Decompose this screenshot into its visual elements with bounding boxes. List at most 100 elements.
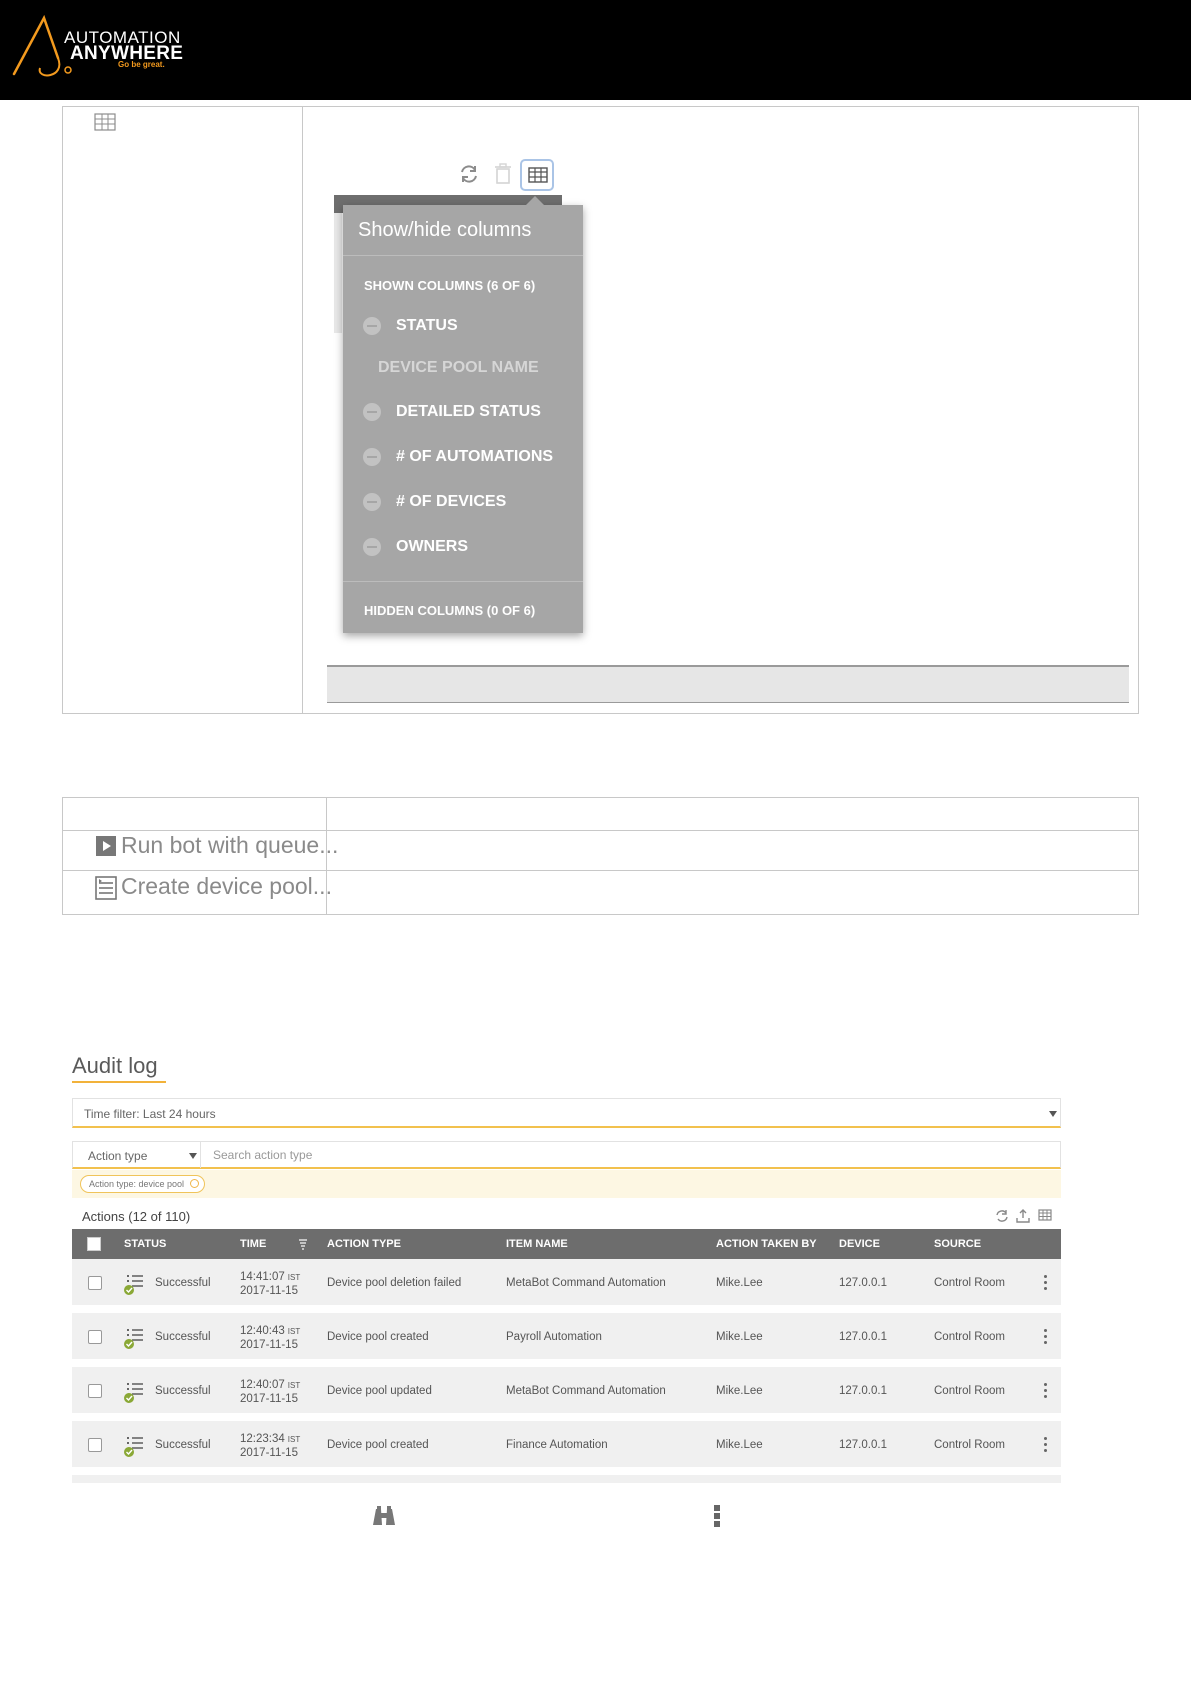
row-checkbox[interactable] xyxy=(88,1438,102,1452)
device-text: 127.0.0.1 xyxy=(839,1277,887,1289)
row-divider xyxy=(63,870,1138,871)
success-status-icon xyxy=(124,1383,143,1403)
column-toggle-devices[interactable]: # OF DEVICES xyxy=(363,491,573,515)
table-row-partial xyxy=(72,1475,1061,1483)
show-hide-columns-button[interactable] xyxy=(520,159,554,191)
time-value: 12:40:43 xyxy=(240,1325,285,1337)
column-toggle-automations[interactable]: # OF AUTOMATIONS xyxy=(363,446,573,470)
sort-icon[interactable] xyxy=(298,1238,308,1250)
binoculars-icon xyxy=(373,1506,395,1525)
time-filter-select[interactable]: Time filter: Last 24 hours xyxy=(72,1098,1061,1128)
source-text: Control Room xyxy=(934,1277,1005,1289)
success-status-icon xyxy=(124,1437,143,1457)
timezone: IST xyxy=(287,1273,301,1282)
remove-column-icon[interactable] xyxy=(363,317,381,335)
time-text: 12:40:07 IST xyxy=(240,1379,300,1391)
status-text: Successful xyxy=(155,1331,211,1343)
source-text: Control Room xyxy=(934,1439,1005,1451)
action-type-text: Device pool created xyxy=(327,1331,429,1343)
action-filter-row: Action type xyxy=(72,1141,1061,1169)
table-row[interactable]: Successful 12:40:43 IST 2017-11-15 Device… xyxy=(72,1313,1061,1363)
action-type-text: Device pool deletion failed xyxy=(327,1277,462,1289)
time-text: 12:23:34 IST xyxy=(240,1433,300,1445)
action-taken-by-text: Mike.Lee xyxy=(716,1331,763,1343)
row-actions-icon[interactable] xyxy=(1044,1275,1048,1293)
column-toggle-label: OWNERS xyxy=(396,538,468,555)
background-table-edge xyxy=(334,213,342,333)
table-row[interactable]: Successful 12:23:34 IST 2017-11-15 Device… xyxy=(72,1421,1061,1471)
action-taken-by-text: Mike.Lee xyxy=(716,1385,763,1397)
row-actions-icon[interactable] xyxy=(1044,1383,1048,1401)
column-header-action-taken-by[interactable]: ACTION TAKEN BY xyxy=(716,1238,817,1250)
row-actions-icon[interactable] xyxy=(1044,1329,1048,1347)
time-text: 12:40:43 IST xyxy=(240,1325,300,1337)
table-columns-icon[interactable] xyxy=(1038,1209,1052,1221)
source-text: Control Room xyxy=(934,1385,1005,1397)
popover-separator xyxy=(343,255,583,256)
row-actions-icon[interactable] xyxy=(1044,1437,1048,1455)
remove-column-icon[interactable] xyxy=(363,538,381,556)
column-toggle-detailed-status[interactable]: DETAILED STATUS xyxy=(363,401,573,425)
remove-column-icon[interactable] xyxy=(363,493,381,511)
column-divider xyxy=(302,107,303,713)
time-filter-label: Time filter: Last 24 hours xyxy=(84,1107,216,1121)
column-toggle-device-pool-name: DEVICE POOL NAME xyxy=(363,357,573,381)
timezone: IST xyxy=(287,1381,301,1390)
timezone: IST xyxy=(287,1327,301,1336)
success-status-icon xyxy=(124,1275,143,1295)
remove-column-icon[interactable] xyxy=(363,403,381,421)
filter-chip-label: Action type: device pool xyxy=(89,1179,185,1189)
title-underline xyxy=(72,1081,166,1083)
column-header-device[interactable]: DEVICE xyxy=(839,1238,880,1250)
popover-separator xyxy=(343,581,583,582)
device-text: 127.0.0.1 xyxy=(839,1439,887,1451)
action-type-text: Device pool updated xyxy=(327,1385,432,1397)
table-row[interactable]: Successful 14:41:07 IST 2017-11-15 Device… xyxy=(72,1259,1061,1309)
action-type-select[interactable]: Action type xyxy=(73,1142,201,1168)
row-checkbox[interactable] xyxy=(88,1384,102,1398)
show-hide-columns-table: Show/hide columns SHOWN COLUMNS (6 OF 6)… xyxy=(62,106,1139,714)
time-value: 12:40:07 xyxy=(240,1379,285,1391)
refresh-icon[interactable] xyxy=(995,1209,1009,1223)
time-text: 14:41:07 IST xyxy=(240,1271,300,1283)
column-toggle-status[interactable]: STATUS xyxy=(363,315,573,339)
active-filters-row: Action type: device pool xyxy=(72,1170,1061,1198)
export-icon[interactable] xyxy=(1016,1209,1030,1223)
row-checkbox[interactable] xyxy=(88,1330,102,1344)
column-header-action-type[interactable]: ACTION TYPE xyxy=(327,1238,401,1250)
row-checkbox[interactable] xyxy=(88,1276,102,1290)
status-text: Successful xyxy=(155,1385,211,1397)
popover-title: Show/hide columns xyxy=(358,219,532,241)
select-all-checkbox[interactable] xyxy=(87,1237,101,1251)
action-type-label: Action type xyxy=(88,1149,148,1163)
remove-column-icon[interactable] xyxy=(363,448,381,466)
date-text: 2017-11-15 xyxy=(240,1339,298,1351)
hidden-columns-heading: HIDDEN COLUMNS (0 OF 6) xyxy=(364,603,536,618)
date-text: 2017-11-15 xyxy=(240,1393,298,1405)
column-toggle-label: DEVICE POOL NAME xyxy=(378,359,539,376)
column-header-time[interactable]: TIME xyxy=(240,1238,266,1250)
option-label: Create device pool... xyxy=(121,873,332,899)
trash-icon[interactable] xyxy=(493,163,513,185)
success-status-icon xyxy=(124,1329,143,1349)
column-toggle-owners[interactable]: OWNERS xyxy=(363,536,573,560)
chevron-down-icon xyxy=(189,1153,197,1159)
remove-filter-icon[interactable] xyxy=(190,1179,200,1188)
column-grid-icon xyxy=(94,113,116,131)
audit-table-header: STATUS TIME ACTION TYPE ITEM NAME ACTION… xyxy=(72,1229,1061,1259)
search-action-type-input[interactable] xyxy=(203,1144,1053,1166)
column-header-status[interactable]: STATUS xyxy=(124,1238,166,1250)
column-header-source[interactable]: SOURCE xyxy=(934,1238,981,1250)
table-row[interactable]: Successful 12:40:07 IST 2017-11-15 Device… xyxy=(72,1367,1061,1417)
play-icon xyxy=(96,836,116,856)
date-text: 2017-11-15 xyxy=(240,1285,298,1297)
action-type-text: Device pool created xyxy=(327,1439,429,1451)
column-toggle-label: DETAILED STATUS xyxy=(396,403,541,420)
chevron-down-icon xyxy=(1049,1111,1057,1117)
item-name-text: MetaBot Command Automation xyxy=(506,1277,666,1289)
refresh-icon[interactable] xyxy=(458,163,480,185)
date-text: 2017-11-15 xyxy=(240,1447,298,1459)
column-header-item-name[interactable]: ITEM NAME xyxy=(506,1238,568,1250)
actions-count: Actions (12 of 110) xyxy=(82,1209,191,1224)
filter-chip[interactable]: Action type: device pool xyxy=(80,1175,206,1193)
